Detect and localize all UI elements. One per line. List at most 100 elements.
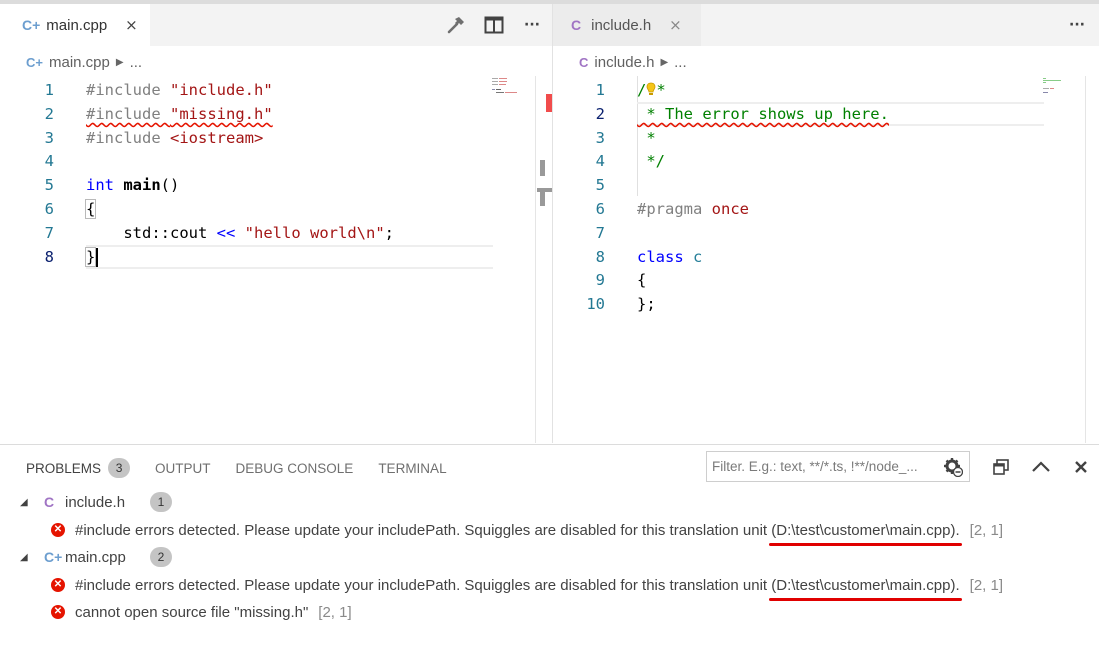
line-code: * The error shows up here. xyxy=(637,102,889,126)
editor-actions: ··· xyxy=(1063,4,1091,46)
line-number: 5 xyxy=(44,176,54,195)
problems-filter[interactable] xyxy=(706,451,970,482)
code-token: "include.h" xyxy=(170,81,273,99)
code-token: #include xyxy=(86,104,170,123)
close-panel-icon[interactable] xyxy=(1069,455,1093,479)
chevron-down-icon[interactable]: ◢ xyxy=(20,552,28,563)
tab-label: include.h xyxy=(591,16,652,34)
line-number: 8 xyxy=(595,247,605,266)
code-line: 7 std::cout << "hello world\n"; xyxy=(0,221,552,245)
problem-row[interactable]: ✕ cannot open source file "missing.h" [2, … xyxy=(0,599,1099,625)
line-code: * xyxy=(637,126,656,150)
code-token: / xyxy=(637,81,647,99)
problem-count-badge: 3 xyxy=(108,458,131,478)
breadcrumb-symbol[interactable]: ... xyxy=(130,54,143,71)
breadcrumb-file[interactable]: main.cpp xyxy=(49,54,110,71)
text-cursor xyxy=(96,247,99,267)
breadcrumb-symbol[interactable]: ... xyxy=(674,54,687,71)
problem-file-row[interactable]: ◢ Cinclude.h 1 xyxy=(0,489,1099,515)
code-token: { xyxy=(84,199,97,219)
code-token: "hello world\n" xyxy=(244,223,385,242)
tab-include-h[interactable]: C include.h × xyxy=(553,4,701,46)
code-token: class xyxy=(637,247,693,266)
split-editor-icon[interactable] xyxy=(480,11,508,39)
problems-panel: PROBLEMS 3 OUTPUT DEBUG CONSOLE TERMINAL ◢ xyxy=(0,444,1099,657)
line-code: { xyxy=(84,197,97,221)
code-editor-main-cpp[interactable]: 1 #include "include.h" 2 #include "missing.… xyxy=(0,76,552,443)
line-number: 2 xyxy=(44,104,54,123)
tab-output[interactable]: OUTPUT xyxy=(155,461,211,476)
code-line: 1 #include "include.h" xyxy=(0,78,552,102)
tab-main-cpp[interactable]: C+ main.cpp × xyxy=(0,4,150,46)
code-token: */ xyxy=(637,152,665,171)
panel-tab-label: PROBLEMS xyxy=(26,460,102,476)
problem-file-name: include.h xyxy=(65,493,126,511)
code-token: #include xyxy=(86,81,170,99)
problem-file-row[interactable]: ◢ C+ main.cpp 2 xyxy=(0,544,1099,570)
problem-row[interactable]: ✕ #include errors detected. Please update… xyxy=(0,517,1099,546)
cpp-file-icon: C+ xyxy=(22,17,41,33)
code-token: * xyxy=(637,128,656,147)
code-token: once xyxy=(711,200,749,218)
problem-path: (D:\test\customer\main.cpp). xyxy=(769,522,962,546)
tab-terminal[interactable]: TERMINAL xyxy=(378,461,446,476)
c-file-icon: C xyxy=(44,494,55,510)
problem-count-badge: 1 xyxy=(150,492,172,512)
code-token: << xyxy=(216,223,236,242)
problem-text: #include errors detected. Please update … xyxy=(75,521,772,539)
breadcrumb-file[interactable]: include.h xyxy=(594,54,654,71)
line-code: #pragma once xyxy=(637,197,749,221)
line-number: 4 xyxy=(595,152,605,171)
code-token: } xyxy=(84,246,97,267)
hammer-icon[interactable] xyxy=(442,11,470,39)
code-token: c xyxy=(693,247,703,266)
line-number: 2 xyxy=(595,104,605,123)
more-icon[interactable]: ··· xyxy=(1063,11,1091,39)
error-icon: ✕ xyxy=(51,578,65,592)
tab-problems[interactable]: PROBLEMS 3 xyxy=(26,458,131,478)
problem-message: cannot open source file "missing.h" [2, 1… xyxy=(75,604,352,621)
filter-settings-icon[interactable] xyxy=(943,457,963,477)
editor-group-left: C+ main.cpp × ··· C+ main.cpp ▶ ... 1 #i… xyxy=(0,4,552,443)
code-line: 9{ xyxy=(553,268,1099,292)
code-token: main xyxy=(123,176,161,195)
line-code: std::cout << "hello world\n"; xyxy=(86,221,394,245)
lightbulb-icon[interactable] xyxy=(646,81,656,99)
tab-debug-console[interactable]: DEBUG CONSOLE xyxy=(236,461,354,476)
problem-location: [2, 1] xyxy=(969,521,1004,539)
code-token: ; xyxy=(384,223,394,242)
more-icon[interactable]: ··· xyxy=(518,11,546,39)
code-editor-include-h[interactable]: 1/* 2 * The error shows up here. 3 * 4 */5 6… xyxy=(553,76,1099,443)
code-line: 6 #pragma once xyxy=(553,197,1099,221)
line-code: class c xyxy=(637,245,702,269)
problem-row[interactable]: ✕ #include errors detected. Please update… xyxy=(0,572,1099,601)
close-icon[interactable]: × xyxy=(125,16,138,34)
maximize-panel-icon[interactable] xyxy=(989,455,1013,479)
collapse-panel-icon[interactable] xyxy=(1029,455,1053,479)
problem-location: [2, 1] xyxy=(969,576,1004,594)
problem-text: #include errors detected. Please update … xyxy=(75,576,772,594)
code-token: <iostream> xyxy=(170,128,264,147)
line-number: 6 xyxy=(44,200,54,218)
error-icon: ✕ xyxy=(51,523,65,537)
line-number: 3 xyxy=(44,128,54,147)
filter-input[interactable] xyxy=(707,452,935,481)
close-icon[interactable]: × xyxy=(669,16,682,34)
code-line: 6{ xyxy=(0,197,552,221)
line-number: 7 xyxy=(44,223,54,242)
line-number: 8 xyxy=(44,247,54,266)
code-line: 8 class c xyxy=(553,245,1099,269)
code-token: { xyxy=(637,271,647,290)
code-token: * xyxy=(656,81,666,99)
line-code: / * xyxy=(637,78,666,102)
code-token: * The error shows up here. xyxy=(637,104,889,123)
code-line: 1/* xyxy=(553,78,1099,102)
error-icon: ✕ xyxy=(51,605,65,619)
line-code: int main() xyxy=(86,173,179,197)
chevron-down-icon[interactable]: ◢ xyxy=(20,497,28,508)
line-code: #include <iostream> xyxy=(86,126,263,150)
panel-tab-label: OUTPUT xyxy=(155,460,211,476)
problem-count-badge: 2 xyxy=(150,547,172,567)
breadcrumb: C+ main.cpp ▶ ... xyxy=(26,51,142,73)
tab-bar: C include.h × ··· xyxy=(553,4,1099,46)
